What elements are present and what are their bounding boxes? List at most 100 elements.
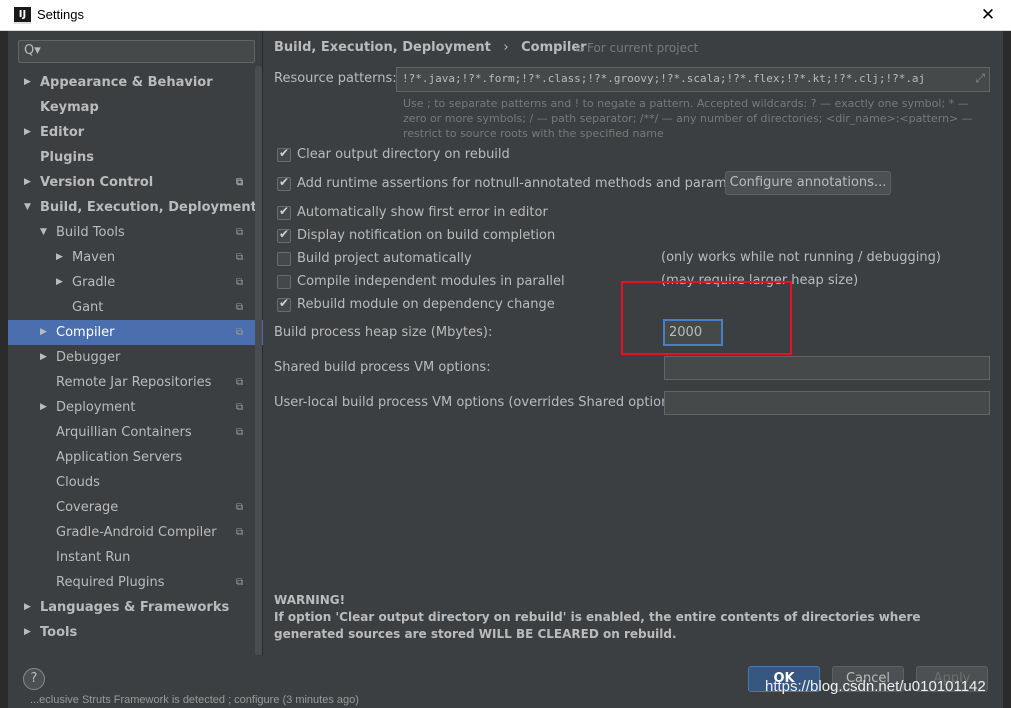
copy-icon: ⧉ <box>236 327 244 338</box>
copy-icon: ⧉ <box>236 177 244 188</box>
tree-item-clouds[interactable]: Clouds <box>8 470 255 495</box>
option-label[interactable]: Build project automatically <box>297 251 472 266</box>
tree-item-appearance-behavior[interactable]: ▶ Appearance & Behavior <box>8 70 255 95</box>
close-icon[interactable]: ✕ <box>975 3 1001 27</box>
chevron-right-icon[interactable]: ▶ <box>40 345 47 370</box>
configure-annotations-button[interactable]: Configure annotations... <box>725 171 891 195</box>
tree-item-debugger[interactable]: ▶ Debugger <box>8 345 255 370</box>
tree-item-editor[interactable]: ▶ Editor <box>8 120 255 145</box>
chevron-right-icon[interactable]: ▶ <box>24 170 31 195</box>
tree-item-version-control[interactable]: ▶ Version Control ⧉ <box>8 170 255 195</box>
window-title: Settings <box>37 7 84 22</box>
tree-item-label: Required Plugins <box>56 575 165 590</box>
warning-text: If option 'Clear output directory on reb… <box>274 610 921 641</box>
breadcrumb: Build, Execution, Deployment › Compiler <box>274 40 587 55</box>
copy-icon: ⧉ <box>236 377 244 388</box>
settings-search-input[interactable]: Q▾ <box>18 40 255 63</box>
resource-patterns-input[interactable]: !?*.java;!?*.form;!?*.class;!?*.groovy;!… <box>396 67 990 92</box>
copy-icon: ⧉ <box>236 527 244 538</box>
window-titlebar: IJ Settings ✕ <box>0 0 1011 31</box>
option-label[interactable]: Rebuild module on dependency change <box>297 297 555 312</box>
search-icon: Q▾ <box>24 43 41 58</box>
tree-item-label: Gradle-Android Compiler <box>56 525 217 540</box>
heap-size-label: Build process heap size (Mbytes): <box>274 325 493 340</box>
chevron-right-icon[interactable]: ▶ <box>40 395 47 420</box>
option-checkbox[interactable] <box>277 146 291 162</box>
tree-item-label: Application Servers <box>56 450 183 465</box>
tree-item-gradle[interactable]: ▶ Gradle ⧉ <box>8 270 255 295</box>
tree-item-arquillian-containers[interactable]: Arquillian Containers ⧉ <box>8 420 255 445</box>
tree-item-label: Build, Execution, Deployment <box>40 200 257 215</box>
chevron-right-icon[interactable]: ▶ <box>24 620 31 645</box>
tree-item-languages-frameworks[interactable]: ▶ Languages & Frameworks <box>8 595 255 620</box>
help-icon[interactable]: ? <box>23 668 45 690</box>
chevron-right-icon[interactable]: ▶ <box>24 120 31 145</box>
tree-item-build-tools[interactable]: ▼ Build Tools ⧉ <box>8 220 255 245</box>
tree-item-label: Tools <box>40 625 78 640</box>
option-checkbox[interactable] <box>277 252 291 266</box>
tree-item-keymap[interactable]: Keymap <box>8 95 255 120</box>
tree-item-application-servers[interactable]: Application Servers <box>8 445 255 470</box>
resource-patterns-hint: Use ; to separate patterns and ! to nega… <box>403 97 973 140</box>
option-checkbox[interactable] <box>277 275 291 289</box>
chevron-right-icon[interactable]: ▶ <box>24 595 31 620</box>
user-vm-input[interactable] <box>664 391 990 415</box>
tree-item-compiler[interactable]: ▶ Compiler ⧉ <box>8 320 255 345</box>
option-label[interactable]: Compile independent modules in parallel <box>297 274 565 289</box>
option-checkbox[interactable] <box>277 204 291 220</box>
copy-icon: ⧉ <box>236 502 244 513</box>
shared-vm-label: Shared build process VM options: <box>274 360 491 375</box>
option-label[interactable]: Clear output directory on rebuild <box>297 147 510 162</box>
resource-patterns-label: Resource patterns: <box>274 71 397 86</box>
warning-title: WARNING! <box>274 593 346 607</box>
tree-item-maven[interactable]: ▶ Maven ⧉ <box>8 245 255 270</box>
option-label[interactable]: Automatically show first error in editor <box>297 205 548 220</box>
tree-item-label: Build Tools <box>56 225 125 240</box>
chevron-down-icon[interactable]: ▼ <box>40 220 47 245</box>
tree-item-instant-run[interactable]: Instant Run <box>8 545 255 570</box>
copy-icon: ⧉ <box>236 277 244 288</box>
tree-item-label: Compiler <box>56 325 115 340</box>
copy-icon: ⧉ <box>236 227 244 238</box>
tree-item-label: Debugger <box>56 350 121 365</box>
tree-item-build-execution-deployment[interactable]: ▼ Build, Execution, Deployment <box>8 195 257 220</box>
warning-message: WARNING! If option 'Clear output directo… <box>274 592 994 643</box>
tree-item-required-plugins[interactable]: Required Plugins ⧉ <box>8 570 255 595</box>
tree-item-coverage[interactable]: Coverage ⧉ <box>8 495 255 520</box>
chevron-right-icon[interactable]: ▶ <box>24 70 31 95</box>
tree-item-deployment[interactable]: ▶ Deployment ⧉ <box>8 395 255 420</box>
annotation-highlight-box <box>621 281 792 355</box>
tree-item-label: Instant Run <box>56 550 131 565</box>
tree-item-remote-jar-repositories[interactable]: Remote Jar Repositories ⧉ <box>8 370 255 395</box>
tree-item-label: Maven <box>72 250 116 265</box>
expand-icon[interactable]: ⤢ <box>975 71 985 86</box>
option-checkbox[interactable] <box>277 227 291 243</box>
copy-icon: ⧉ <box>576 44 584 55</box>
tree-item-label: Remote Jar Repositories <box>56 375 212 390</box>
background-ide-right-edge <box>1003 31 1011 708</box>
chevron-right-icon[interactable]: ▶ <box>56 245 63 270</box>
tree-item-gant[interactable]: Gant ⧉ <box>8 295 255 320</box>
tree-item-plugins[interactable]: Plugins <box>8 145 255 170</box>
tree-item-gradle-android-compiler[interactable]: Gradle-Android Compiler ⧉ <box>8 520 255 545</box>
chevron-down-icon[interactable]: ▼ <box>24 195 31 220</box>
option-label[interactable]: Add runtime assertions for notnull-annot… <box>297 176 760 191</box>
watermark: https://blog.csdn.net/u010101142 <box>765 678 986 695</box>
breadcrumb-separator: › <box>503 40 509 55</box>
tree-item-label: Version Control <box>40 175 154 190</box>
chevron-right-icon[interactable]: ▶ <box>40 320 47 345</box>
tree-item-label: Languages & Frameworks <box>40 600 230 615</box>
sidebar-scrollbar[interactable] <box>255 66 262 656</box>
option-checkbox[interactable] <box>277 296 291 312</box>
intellij-app-icon: IJ <box>14 7 31 24</box>
option-checkbox[interactable] <box>277 175 291 191</box>
chevron-right-icon[interactable]: ▶ <box>56 270 63 295</box>
option-label[interactable]: Display notification on build completion <box>297 228 555 243</box>
tree-item-label: Editor <box>40 125 85 140</box>
build-auto-note: (only works while not running / debuggin… <box>661 250 941 265</box>
copy-icon: ⧉ <box>236 427 244 438</box>
shared-vm-input[interactable] <box>664 356 990 380</box>
tree-item-label: Keymap <box>40 100 99 115</box>
tree-item-label: Clouds <box>56 475 100 490</box>
tree-item-tools[interactable]: ▶ Tools <box>8 620 255 645</box>
